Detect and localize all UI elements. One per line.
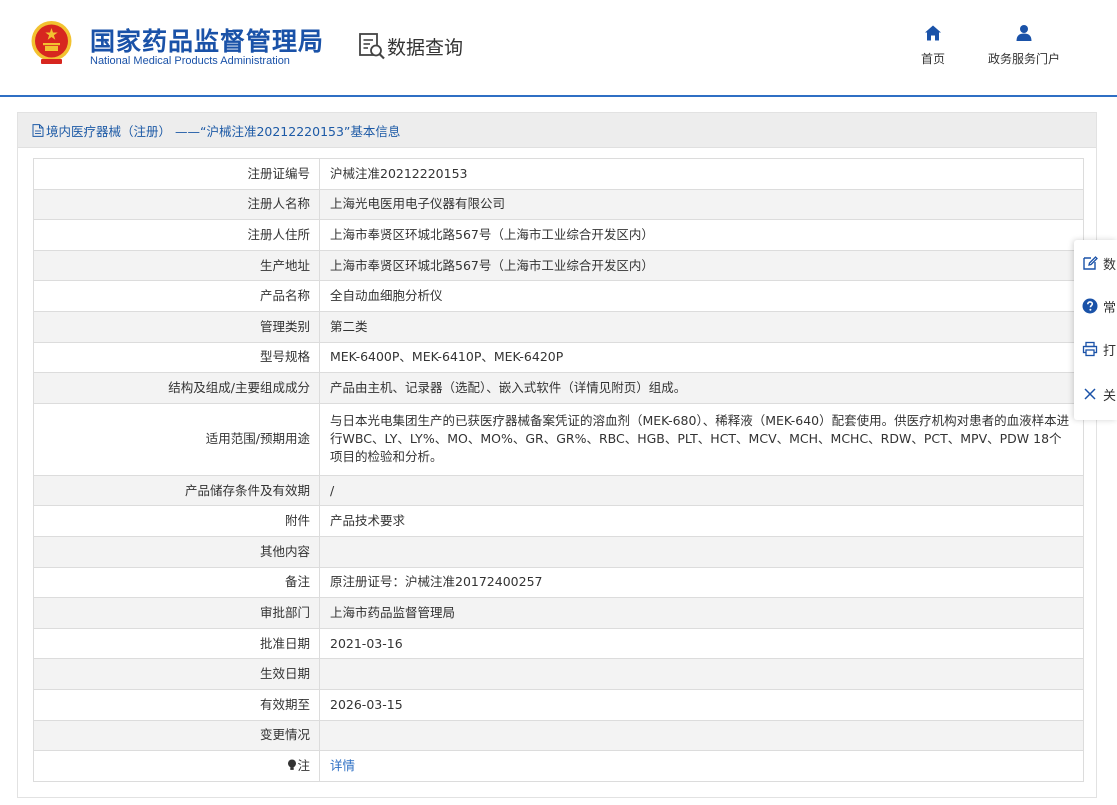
row-value: 全自动血细胞分析仪 — [319, 280, 1084, 312]
table-row: 注 详情 — [33, 750, 1084, 782]
row-value — [319, 658, 1084, 690]
table-row: 适用范围/预期用途 与日本光电集团生产的已获医疗器械备案凭证的溶血剂（MEK-6… — [33, 402, 1084, 476]
row-value — [319, 535, 1084, 568]
row-label: 生产地址 — [33, 249, 320, 282]
row-value: 与日本光电集团生产的已获医疗器械备案凭证的溶血剂（MEK-680）、稀释液（ME… — [319, 402, 1084, 476]
org-name-en: National Medical Products Administration — [90, 55, 290, 67]
row-label: 结构及组成/主要组成成分 — [33, 372, 320, 404]
info-panel: 境内医疗器械（注册） ——“沪械注准20212220153”基本信息 注册证编号… — [17, 112, 1097, 798]
row-value: 2026-03-15 — [319, 688, 1084, 721]
table-row: 产品储存条件及有效期 / — [33, 474, 1084, 507]
row-label: 产品名称 — [33, 280, 320, 312]
table-row: 注册人名称 上海光电医用电子仪器有限公司 — [33, 188, 1084, 221]
nav-home-label: 首页 — [920, 52, 945, 66]
row-label: 其他内容 — [33, 535, 320, 568]
row-label: 批准日期 — [33, 627, 320, 660]
section-title: 数据查询 — [387, 37, 464, 59]
help-icon — [1082, 298, 1098, 314]
table-row: 有效期至 2026-03-15 — [33, 688, 1084, 721]
note-label-cell: 注 — [33, 750, 320, 782]
row-label: 注册人名称 — [33, 188, 320, 221]
row-value: 上海市奉贤区环城北路567号（上海市工业综合开发区内） — [319, 249, 1084, 282]
row-value: 产品技术要求 — [319, 505, 1084, 537]
row-value: 上海市药品监督管理局 — [319, 597, 1084, 629]
floating-toolbar: 数 常 打 关 — [1074, 240, 1117, 420]
row-value: 2021-03-16 — [319, 627, 1084, 660]
row-label: 型号规格 — [33, 341, 320, 374]
header-divider — [0, 95, 1117, 97]
table-row: 产品名称 全自动血细胞分析仪 — [33, 280, 1084, 312]
row-value: 原注册证号：沪械注准20172400257 — [319, 566, 1084, 599]
row-label: 生效日期 — [33, 658, 320, 690]
device-info-table: 注册证编号 沪械注准20212220153 注册人名称 上海光电医用电子仪器有限… — [33, 158, 1084, 782]
side-tool-label: 数 — [1103, 257, 1117, 273]
org-name-cn: 国家药品监督管理局 — [90, 27, 325, 56]
row-value: 产品由主机、记录器（选配）、嵌入式软件（详情见附页）组成。 — [319, 372, 1084, 404]
row-label: 备注 — [33, 566, 320, 599]
table-row: 注册人住所 上海市奉贤区环城北路567号（上海市工业综合开发区内） — [33, 219, 1084, 251]
nav-portal-label: 政务服务门户 — [987, 52, 1060, 66]
row-label: 产品储存条件及有效期 — [33, 474, 320, 507]
data-query-icon — [359, 33, 385, 60]
row-label: 审批部门 — [33, 597, 320, 629]
side-tool-faq[interactable]: 常 — [1082, 296, 1116, 316]
row-label: 注册证编号 — [33, 158, 320, 190]
row-label: 管理类别 — [33, 310, 320, 343]
row-label: 附件 — [33, 505, 320, 537]
side-tool-print[interactable]: 打 — [1082, 339, 1116, 359]
row-value: 沪械注准20212220153 — [319, 158, 1084, 190]
side-tool-label: 关 — [1103, 388, 1117, 404]
table-row: 备注 原注册证号：沪械注准20172400257 — [33, 566, 1084, 599]
table-row: 型号规格 MEK-6400P、MEK-6410P、MEK-6420P — [33, 341, 1084, 374]
table-row: 生产地址 上海市奉贤区环城北路567号（上海市工业综合开发区内） — [33, 249, 1084, 282]
table-row: 审批部门 上海市药品监督管理局 — [33, 597, 1084, 629]
close-icon — [1084, 388, 1096, 400]
table-row: 附件 产品技术要求 — [33, 505, 1084, 537]
table-row: 批准日期 2021-03-16 — [33, 627, 1084, 660]
edit-icon — [1083, 256, 1098, 270]
table-row: 其他内容 — [33, 535, 1084, 568]
row-value: / — [319, 474, 1084, 507]
side-tool-label: 常 — [1103, 300, 1117, 316]
site-header: 国家药品监督管理局 National Medical Products Admi… — [0, 0, 1117, 96]
row-value: MEK-6400P、MEK-6410P、MEK-6420P — [319, 341, 1084, 374]
row-value: 上海光电医用电子仪器有限公司 — [319, 188, 1084, 221]
side-tool-data[interactable]: 数 — [1082, 253, 1116, 273]
table-row: 结构及组成/主要组成成分 产品由主机、记录器（选配）、嵌入式软件（详情见附页）组… — [33, 372, 1084, 404]
row-value: 第二类 — [319, 310, 1084, 343]
panel-title: 境内医疗器械（注册） ——“沪械注准20212220153”基本信息 — [46, 123, 401, 139]
home-icon — [925, 25, 941, 41]
row-label: 注册人住所 — [33, 219, 320, 251]
document-icon — [32, 123, 44, 137]
table-row: 注册证编号 沪械注准20212220153 — [33, 158, 1084, 190]
row-value: 上海市奉贤区环城北路567号（上海市工业综合开发区内） — [319, 219, 1084, 251]
row-label: 变更情况 — [33, 719, 320, 752]
details-link[interactable]: 详情 — [330, 758, 355, 773]
note-value-cell: 详情 — [319, 750, 1084, 782]
table-row: 变更情况 — [33, 719, 1084, 752]
side-tool-close[interactable]: 关 — [1082, 384, 1116, 404]
table-row: 生效日期 — [33, 658, 1084, 690]
print-icon — [1082, 341, 1098, 357]
row-label: 注 — [297, 757, 310, 773]
lightbulb-icon — [288, 759, 297, 770]
national-emblem-icon — [31, 21, 72, 64]
table-row: 管理类别 第二类 — [33, 310, 1084, 343]
side-tool-label: 打 — [1103, 343, 1117, 359]
row-label: 适用范围/预期用途 — [33, 402, 320, 476]
panel-title-bar: 境内医疗器械（注册） ——“沪械注准20212220153”基本信息 — [18, 113, 1096, 148]
nav-service-portal[interactable]: 政务服务门户 — [984, 24, 1064, 67]
user-icon — [1016, 25, 1032, 41]
nav-home[interactable]: 首页 — [915, 24, 951, 67]
row-label: 有效期至 — [33, 688, 320, 721]
row-value — [319, 719, 1084, 752]
